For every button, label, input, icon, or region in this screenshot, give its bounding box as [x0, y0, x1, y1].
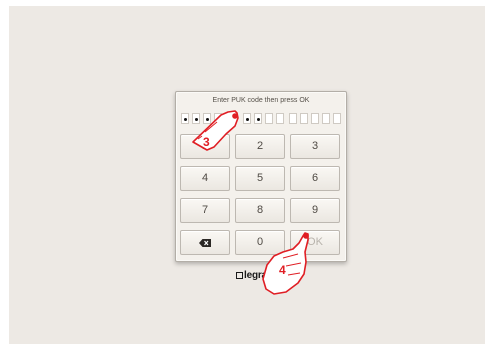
tap-point-4-icon — [303, 233, 309, 239]
tap-point-3-icon — [232, 113, 238, 119]
step-3-label: 3 — [203, 135, 210, 149]
step-4-label: 4 — [279, 263, 286, 277]
instruction-overlay: 3 4 — [192, 110, 309, 295]
pointing-hand-3-icon — [192, 110, 239, 151]
